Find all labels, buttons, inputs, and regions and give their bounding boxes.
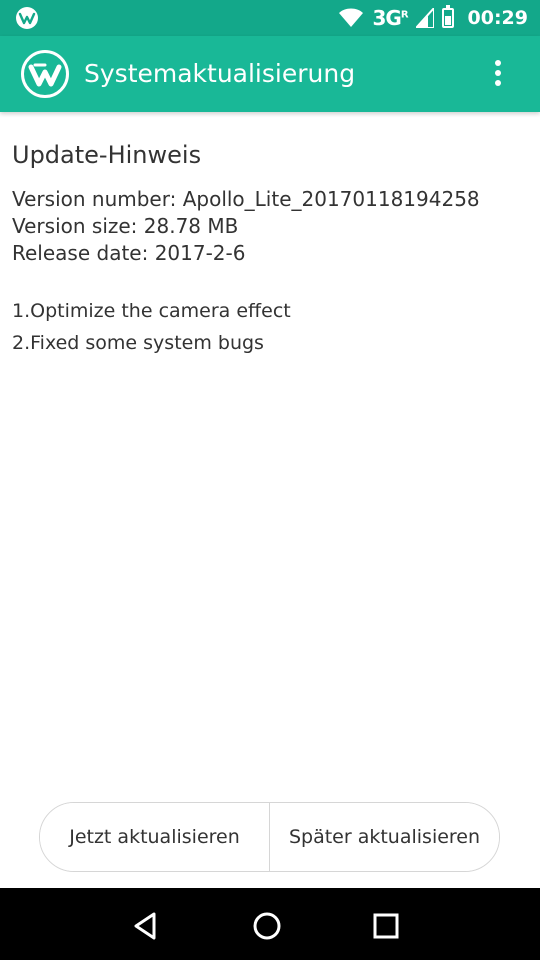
app-title: Systemaktualisierung xyxy=(84,59,356,88)
update-now-button[interactable]: Jetzt aktualisieren xyxy=(40,803,269,871)
update-later-button[interactable]: Später aktualisieren xyxy=(270,803,499,871)
app-logo-icon xyxy=(21,50,69,98)
action-button-group: Jetzt aktualisieren Später aktualisieren xyxy=(39,802,500,872)
notification-app-icon xyxy=(16,7,38,29)
version-number: Version number: Apollo_Lite_201701181942… xyxy=(12,187,480,211)
status-indicators: 3GR 00:29 xyxy=(338,0,528,36)
version-size: Version size: 28.78 MB xyxy=(12,214,239,238)
network-type: 3GR xyxy=(372,6,408,30)
app-bar: Systemaktualisierung xyxy=(0,36,540,112)
page-title: Update-Hinweis xyxy=(12,141,202,169)
release-note-item: 1.Optimize the camera effect xyxy=(12,300,291,322)
back-icon[interactable] xyxy=(128,908,164,944)
clock: 00:29 xyxy=(467,7,528,29)
release-notes: 1.Optimize the camera effect 2.Fixed som… xyxy=(12,295,528,359)
home-icon[interactable] xyxy=(249,908,285,944)
release-date: Release date: 2017-2-6 xyxy=(12,241,246,265)
version-info: Version number: Apollo_Lite_201701181942… xyxy=(12,186,528,267)
recents-icon[interactable] xyxy=(368,908,404,944)
wifi-icon xyxy=(339,8,364,27)
release-note-item: 2.Fixed some system bugs xyxy=(12,332,264,354)
battery-icon xyxy=(441,5,454,28)
status-bar: 3GR 00:29 xyxy=(0,0,540,36)
navigation-bar xyxy=(0,888,540,960)
overflow-menu-icon[interactable] xyxy=(490,60,506,90)
signal-icon xyxy=(415,8,434,28)
update-content: Update-Hinweis Version number: Apollo_Li… xyxy=(12,140,528,359)
screen: 3GR 00:29 Systemaktualisierung Update-Hi… xyxy=(0,0,540,960)
